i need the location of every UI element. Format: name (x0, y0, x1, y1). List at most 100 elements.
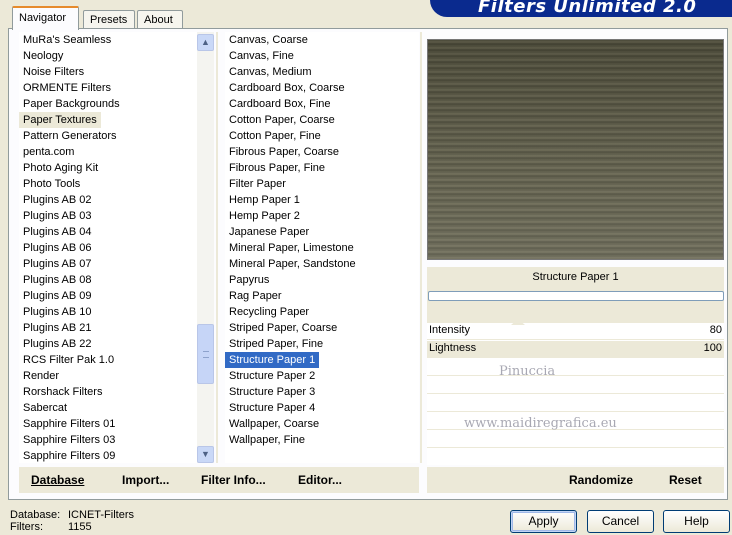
category-item[interactable]: Noise Filters (19, 64, 199, 80)
filter-list[interactable]: Canvas, Coarse Canvas, Fine Canvas, Medium… (225, 32, 419, 463)
category-item[interactable]: RCS Filter Pak 1.0 (19, 352, 199, 368)
filter-item[interactable]: Fibrous Paper, Fine (225, 160, 419, 176)
randomize-button[interactable]: Randomize (569, 473, 633, 487)
filter-item[interactable]: Hemp Paper 1 (225, 192, 419, 208)
category-item-label: Plugins AB 08 (23, 274, 92, 286)
filter-item[interactable]: Mineral Paper, Limestone (225, 240, 419, 256)
category-item-label: Render (23, 370, 60, 382)
category-item[interactable]: Neology (19, 48, 199, 64)
param-empty (427, 395, 724, 412)
filter-item[interactable]: Structure Paper 2 (225, 368, 419, 384)
scroll-up-arrow-icon[interactable]: ▲ (197, 34, 214, 51)
category-item[interactable]: MuRa's Seamless (19, 32, 199, 48)
category-list[interactable]: MuRa's Seamless Neology Noise Filters ORMEN… (19, 32, 199, 463)
filter-item[interactable]: Canvas, Coarse (225, 32, 419, 48)
category-item[interactable]: Plugins AB 04 (19, 224, 199, 240)
category-item[interactable]: Render (19, 368, 199, 384)
progress-bar (428, 291, 724, 301)
category-item-label: Photo Aging Kit (23, 162, 99, 174)
category-item[interactable]: Sabercat (19, 400, 199, 416)
filter-item-label: Recycling Paper (229, 306, 310, 318)
category-item[interactable]: Plugins AB 02 (19, 192, 199, 208)
category-item[interactable]: Plugins AB 10 (19, 304, 199, 320)
category-item[interactable]: Photo Aging Kit (19, 160, 199, 176)
category-item[interactable]: Plugins AB 03 (19, 208, 199, 224)
filter-item-label: Canvas, Medium (229, 66, 312, 78)
apply-button[interactable]: Apply (510, 510, 577, 533)
database-button[interactable]: Database (31, 473, 84, 487)
tab-about[interactable]: About (137, 10, 183, 30)
filter-item-label: Structure Paper 1 (225, 352, 320, 368)
category-item[interactable]: Sapphire Filters 01 (19, 416, 199, 432)
filter-item[interactable]: Wallpaper, Coarse (225, 416, 419, 432)
category-item-label: Sapphire Filters 09 (23, 450, 116, 462)
category-item[interactable]: Plugins AB 09 (19, 288, 199, 304)
filter-item[interactable]: Structure Paper 4 (225, 400, 419, 416)
filter-item[interactable]: Papyrus (225, 272, 419, 288)
category-item[interactable]: ORMENTE Filters (19, 80, 199, 96)
category-item-label: Rorshack Filters (23, 386, 103, 398)
filter-item[interactable]: Fibrous Paper, Coarse (225, 144, 419, 160)
filter-title: Structure Paper 1 (532, 271, 619, 283)
filter-item-label: Striped Paper, Fine (229, 338, 324, 350)
reset-button[interactable]: Reset (669, 473, 702, 487)
category-scrollbar[interactable]: ▲ ▼ (197, 32, 214, 463)
filter-info-button[interactable]: Filter Info... (201, 473, 266, 487)
database-label: Database: (10, 509, 61, 521)
filter-item[interactable]: Hemp Paper 2 (225, 208, 419, 224)
category-item[interactable]: Rorshack Filters (19, 384, 199, 400)
category-item[interactable]: Plugins AB 08 (19, 272, 199, 288)
filter-item[interactable]: Japanese Paper (225, 224, 419, 240)
category-item[interactable]: Plugins AB 21 (19, 320, 199, 336)
filter-item[interactable]: Recycling Paper (225, 304, 419, 320)
filter-item[interactable]: Cardboard Box, Fine (225, 96, 419, 112)
category-item[interactable]: Plugins AB 06 (19, 240, 199, 256)
filter-item[interactable]: Structure Paper 3 (225, 384, 419, 400)
category-item[interactable]: Plugins AB 22 (19, 336, 199, 352)
filter-item[interactable]: Cotton Paper, Fine (225, 128, 419, 144)
filter-item-label: Cardboard Box, Coarse (229, 82, 345, 94)
filter-item[interactable]: Canvas, Fine (225, 48, 419, 64)
category-item[interactable]: Photo Tools (19, 176, 199, 192)
category-item[interactable]: Sapphire Filters 09 (19, 448, 199, 463)
category-item[interactable]: Paper Textures (19, 112, 199, 128)
cancel-button[interactable]: Cancel (587, 510, 654, 533)
filter-item[interactable]: Cardboard Box, Coarse (225, 80, 419, 96)
filter-title-area: Structure Paper 1 (427, 267, 724, 323)
scroll-down-arrow-icon[interactable]: ▼ (197, 446, 214, 463)
tab-presets[interactable]: Presets (83, 10, 135, 30)
category-item[interactable]: Paper Backgrounds (19, 96, 199, 112)
filter-item-label: Mineral Paper, Limestone (229, 242, 354, 254)
filter-item[interactable]: Canvas, Medium (225, 64, 419, 80)
category-item-label: Plugins AB 09 (23, 290, 92, 302)
category-item[interactable]: penta.com (19, 144, 199, 160)
slider-marker-icon (511, 319, 525, 325)
category-item-label: Neology (23, 50, 64, 62)
category-item[interactable]: Pattern Generators (19, 128, 199, 144)
filter-item[interactable]: Structure Paper 1 (225, 352, 419, 368)
category-item[interactable]: Sapphire Filters 03 (19, 432, 199, 448)
category-item-label: Sapphire Filters 03 (23, 434, 116, 446)
filter-item[interactable]: Filter Paper (225, 176, 419, 192)
filter-item-label: Cotton Paper, Fine (229, 130, 321, 142)
help-button[interactable]: Help (663, 510, 730, 533)
filter-item[interactable]: Mineral Paper, Sandstone (225, 256, 419, 272)
category-item-label: Noise Filters (23, 66, 85, 78)
editor-button[interactable]: Editor... (298, 473, 342, 487)
filter-item[interactable]: Wallpaper, Fine (225, 432, 419, 448)
filter-item-label: Rag Paper (229, 290, 282, 302)
param-empty (427, 449, 724, 466)
tab-navigator[interactable]: Navigator (12, 6, 79, 30)
filter-item[interactable]: Striped Paper, Coarse (225, 320, 419, 336)
category-item-label: Photo Tools (23, 178, 81, 190)
filter-item[interactable]: Rag Paper (225, 288, 419, 304)
param-intensity[interactable]: Intensity 80 (427, 319, 724, 340)
filter-item[interactable]: Cotton Paper, Coarse (225, 112, 419, 128)
filter-item-label: Cardboard Box, Fine (229, 98, 331, 110)
import-button[interactable]: Import... (122, 473, 169, 487)
filter-item[interactable]: Striped Paper, Fine (225, 336, 419, 352)
scroll-thumb[interactable] (197, 324, 214, 384)
category-item[interactable]: Plugins AB 07 (19, 256, 199, 272)
param-lightness[interactable]: Lightness 100 (427, 341, 724, 358)
filter-item-label: Mineral Paper, Sandstone (229, 258, 356, 270)
